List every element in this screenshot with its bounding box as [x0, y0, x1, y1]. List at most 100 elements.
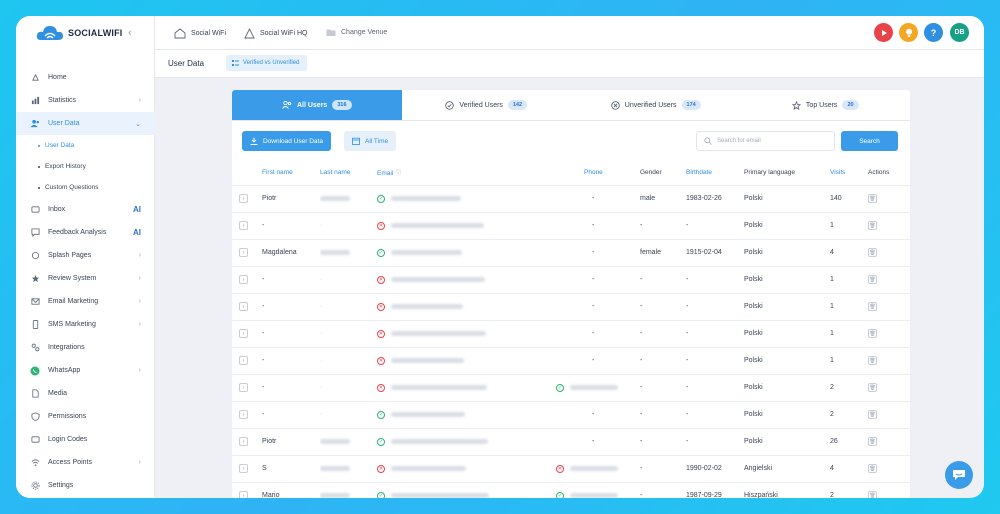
sidebar-item-statistics[interactable]: Statistics › [16, 89, 155, 112]
sidebar-item-login-codes[interactable]: Login Codes [16, 428, 155, 451]
sidebar-subitem-user-data[interactable]: User Data [16, 135, 155, 156]
tab-unverified-users[interactable]: Unverified Users 174 [571, 90, 741, 120]
expand-row-icon[interactable]: › [239, 329, 248, 338]
tab-verified-users[interactable]: Verified Users 142 [402, 90, 572, 120]
actions-cell: 🗑 [868, 266, 910, 294]
email-redacted [391, 250, 462, 255]
sidebar-item-sms-marketing[interactable]: SMS Marketing › [16, 313, 155, 336]
sidebar-item-whatsapp[interactable]: WhatsApp › [16, 359, 155, 382]
delete-icon[interactable]: 🗑 [868, 329, 877, 338]
table-row[interactable]: › - · ✓ - - - Polski 2 🗑 [232, 401, 910, 429]
download-user-data-button[interactable]: Download User Data [242, 131, 331, 151]
language-cell: Polski [744, 212, 830, 240]
chat-support-button[interactable] [945, 461, 973, 489]
birthdate-cell: 1990-02-02 [686, 455, 744, 483]
delete-icon[interactable]: 🗑 [868, 194, 877, 203]
delete-icon[interactable]: 🗑 [868, 275, 877, 284]
table-row[interactable]: › - · ✕ - - - Polski 1 🗑 [232, 320, 910, 348]
delete-icon[interactable]: 🗑 [868, 248, 877, 257]
expand-row-icon[interactable]: › [239, 491, 248, 498]
sidebar-item-permissions[interactable]: Permissions [16, 405, 155, 428]
sidebar-item-settings[interactable]: Settings [16, 474, 155, 497]
email-cell: ✓ [377, 185, 552, 213]
expand-row-icon[interactable]: › [239, 464, 248, 473]
lightbulb-icon [905, 28, 912, 37]
sidebar-item-feedback-analysis[interactable]: Feedback Analysis AI [16, 221, 155, 244]
user-avatar[interactable]: DB [950, 23, 969, 42]
table-row[interactable]: › - · ✕ - - - Polski 1 🗑 [232, 212, 910, 240]
sidebar-item-integrations[interactable]: Integrations [16, 336, 155, 359]
phone-value: - [592, 438, 595, 445]
delete-icon[interactable]: 🗑 [868, 383, 877, 392]
expand-row-icon[interactable]: › [239, 437, 248, 446]
expand-row-icon[interactable]: › [239, 248, 248, 257]
sidebar-subitem-custom-questions[interactable]: Custom Questions [16, 177, 155, 198]
expand-cell: › [232, 374, 262, 402]
table-row[interactable]: › S ✕ ✕ - 1990-02-02 Angielski 4 🗑 [232, 455, 910, 483]
column-header-visits[interactable]: Visits [830, 160, 868, 186]
video-tutorial-button[interactable] [874, 23, 893, 42]
table-row[interactable]: › - · ✕ - - - Polski 1 🗑 [232, 347, 910, 375]
delete-icon[interactable]: 🗑 [868, 464, 877, 473]
delete-icon[interactable]: 🗑 [868, 491, 877, 498]
breadcrumb-venue[interactable]: Social WiFi HQ [244, 28, 307, 39]
sidebar-item-inbox[interactable]: Inbox AI [16, 198, 155, 221]
sidebar-item-user-data[interactable]: User Data ⌄ [16, 112, 155, 135]
search-button[interactable]: Search [841, 131, 898, 151]
breadcrumb-organization[interactable]: Social WiFi [174, 28, 226, 39]
sidebar-item-home[interactable]: Home [16, 66, 155, 89]
table-body: › Piotr ✓ - male 1983-02-26 Polski 140 🗑… [232, 185, 910, 498]
delete-icon[interactable]: 🗑 [868, 221, 877, 230]
sidebar-item-splash-pages[interactable]: Splash Pages › [16, 244, 155, 267]
search-input[interactable]: Search for email [696, 131, 835, 151]
expand-row-icon[interactable]: › [239, 194, 248, 203]
column-header-email[interactable]: Email ⓘ [377, 160, 552, 186]
table-row[interactable]: › Piotr ✓ - - - Polski 26 🗑 [232, 428, 910, 456]
table-row[interactable]: › Piotr ✓ - male 1983-02-26 Polski 140 🗑 [232, 185, 910, 213]
phone-status-icon: ✓ [556, 491, 564, 498]
sidebar-item-email-marketing[interactable]: Email Marketing › [16, 290, 155, 313]
tips-button[interactable] [899, 23, 918, 42]
sidebar-item-access-points[interactable]: Access Points › [16, 451, 155, 474]
column-header-birthdate[interactable]: Birthdate [686, 160, 744, 186]
delete-icon[interactable]: 🗑 [868, 437, 877, 446]
bullet-icon [38, 165, 40, 168]
verified-vs-unverified-button[interactable]: Verified vs Unverified [226, 55, 308, 71]
collapse-sidebar-icon[interactable]: ‹ [128, 27, 132, 39]
sidebar-subitem-export-history[interactable]: Export History [16, 156, 155, 177]
rocket-icon [30, 73, 40, 83]
delete-icon[interactable]: 🗑 [868, 356, 877, 365]
expand-row-icon[interactable]: › [239, 302, 248, 311]
expand-row-icon[interactable]: › [239, 221, 248, 230]
column-header-first-name[interactable]: First name [262, 160, 320, 186]
tab-top-users[interactable]: Top Users 20 [741, 90, 911, 120]
tab-all-users[interactable]: All Users 316 [232, 90, 402, 120]
gender-cell: - [640, 482, 686, 498]
whatsapp-icon [30, 366, 40, 376]
change-venue-button[interactable]: Change Venue [326, 28, 387, 37]
expand-row-icon[interactable]: › [239, 275, 248, 284]
help-button[interactable]: ? [924, 23, 943, 42]
logo[interactable]: SOCIALWIFI [36, 24, 123, 42]
expand-row-icon[interactable]: › [239, 356, 248, 365]
table-row[interactable]: › - · ✕ - - - Polski 1 🗑 [232, 266, 910, 294]
delete-icon[interactable]: 🗑 [868, 302, 877, 311]
gender-cell: - [640, 428, 686, 456]
table-row[interactable]: › - · ✕ ✓ - - Polski 2 🗑 [232, 374, 910, 402]
sidebar-item-label: User Data [48, 120, 80, 127]
chevron-right-icon: › [138, 298, 141, 305]
delete-icon[interactable]: 🗑 [868, 410, 877, 419]
expand-row-icon[interactable]: › [239, 383, 248, 392]
info-icon: ⓘ [395, 170, 402, 177]
column-header-phone[interactable]: Phone [552, 160, 640, 186]
expand-row-icon[interactable]: › [239, 410, 248, 419]
column-header-last-name[interactable]: Last name [320, 160, 377, 186]
table-row[interactable]: › Magdalena ✓ - female 1915-02-04 Polski… [232, 239, 910, 267]
date-range-button[interactable]: All Time [344, 131, 397, 151]
sidebar-item-media[interactable]: Media [16, 382, 155, 405]
table-row[interactable]: › - · ✕ - - - Polski 1 🗑 [232, 293, 910, 321]
table-row[interactable]: › Mario ✓ ✓ - 1987-09-29 Hiszpański 2 🗑 [232, 482, 910, 498]
sidebar-item-review-system[interactable]: Review System › [16, 267, 155, 290]
pill-label: Verified vs Unverified [243, 60, 300, 66]
actions-cell: 🗑 [868, 401, 910, 429]
